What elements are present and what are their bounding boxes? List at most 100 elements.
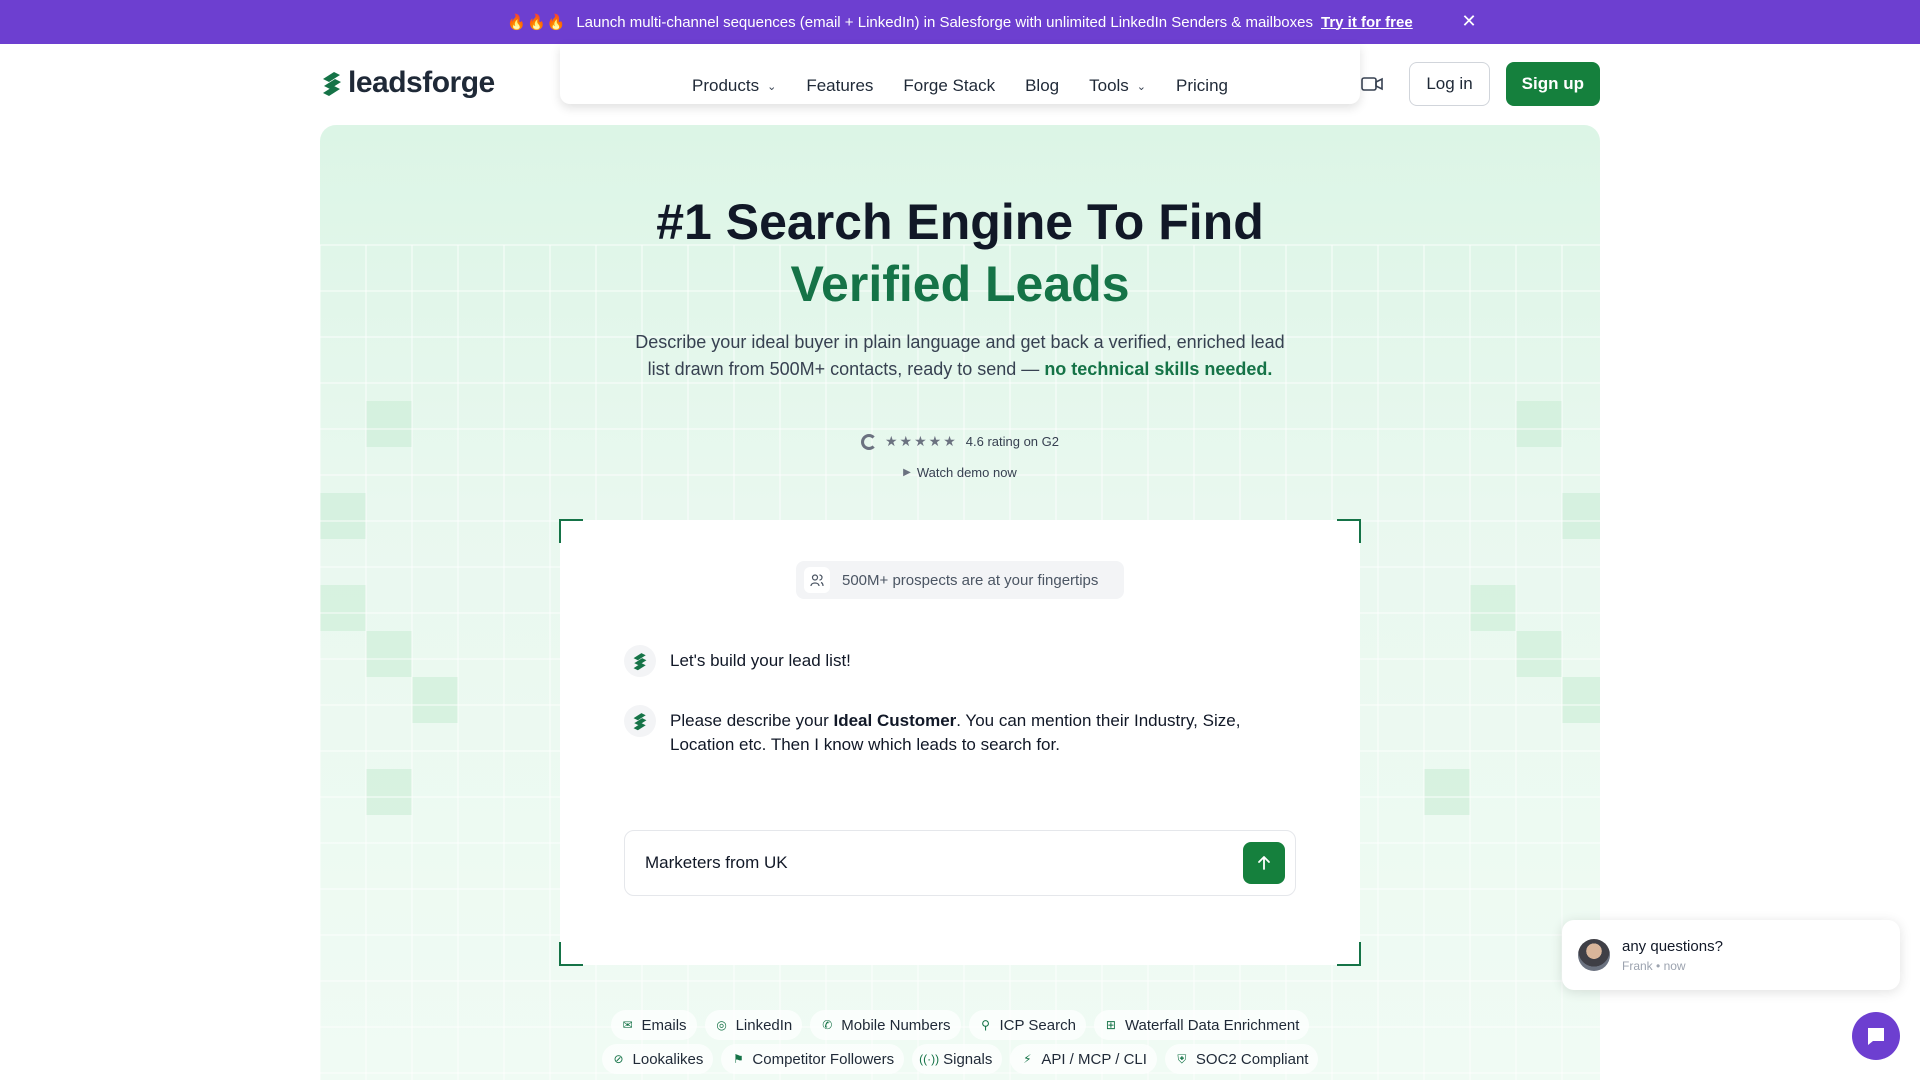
nav-tools[interactable]: Tools ⌄ [1089,76,1146,96]
g2-icon [861,433,877,450]
close-icon[interactable]: ✕ [1458,10,1480,32]
prospects-pill: 500M+ prospects are at your fingertips [796,561,1124,599]
play-icon: ▶ [903,467,911,478]
api-icon: ⚡ [1023,1052,1032,1066]
feature-label: API / MCP / CLI [1041,1050,1147,1068]
hero-title-line1: #1 Search Engine To Find [656,194,1264,250]
feature-label: Waterfall Data Enrichment [1124,1016,1300,1034]
nav-tools-label: Tools [1089,76,1129,95]
feature-label: Emails [641,1016,687,1034]
login-button[interactable]: Log in [1409,62,1490,106]
feature-api: ⚡ API / MCP / CLI [1010,1044,1157,1074]
avatar [1578,939,1610,971]
chat-launcher-button[interactable] [1852,1012,1900,1060]
nav-features[interactable]: Features [806,76,873,96]
feature-competitor-followers: ⚑ Competitor Followers [721,1044,905,1074]
linkedin-icon: ◎ [716,1018,727,1032]
signup-button[interactable]: Sign up [1505,62,1600,106]
feature-label: Mobile Numbers [841,1016,951,1034]
feature-icp-search: ⚲ ICP Search [968,1010,1086,1040]
feature-label: Competitor Followers [752,1050,895,1068]
main-nav: Products ⌄ Features Forge Stack Blog Too… [560,44,1360,104]
link-icon: ⊘ [613,1052,624,1066]
chat-message-text: Please describe your Ideal Customer. You… [670,705,1264,757]
nav-pricing[interactable]: Pricing [1176,76,1228,96]
nav-products[interactable]: Products ⌄ [692,76,776,96]
chat-message-text: Let's build your lead list! [670,651,851,670]
feature-mobile-numbers: ✆ Mobile Numbers [810,1010,961,1040]
nav-blog[interactable]: Blog [1025,76,1059,96]
header-actions: Log in Sign up [1361,62,1600,106]
flag-icon: ⚑ [733,1052,744,1066]
feature-waterfall: ⊞ Waterfall Data Enrichment [1093,1010,1310,1040]
banner-cta-link[interactable]: Try it for free [1321,14,1413,31]
users-icon [804,567,830,593]
feature-label: LinkedIn [735,1016,793,1034]
watch-demo-link[interactable]: ▶ Watch demo now [320,465,1600,480]
leadsforge-logo-icon [323,72,341,96]
banner-text: Launch multi-channel sequences (email + … [576,13,1313,31]
nav-features-label: Features [806,76,874,95]
msg2-bold: Ideal Customer [833,711,957,730]
shield-icon: ⛨ [1177,1051,1187,1066]
feature-label: Lookalikes [632,1050,704,1068]
chat-popup[interactable]: any questions? Frank • now [1562,920,1900,990]
feature-list: ✉ Emails ◎ LinkedIn ✆ Mobile Numbers ⚲ ICP S… [320,1010,1600,1074]
chat-popup-author: Frank [1622,958,1653,973]
fire-emoji: 🔥🔥🔥 [507,14,567,31]
video-camera-icon[interactable] [1361,76,1384,92]
bot-avatar-icon [624,645,656,677]
logo[interactable]: leadsforge [320,66,495,100]
announcement-banner: 🔥🔥🔥 Launch multi-channel sequences (emai… [0,0,1920,44]
signal-icon: ((·)) [919,1052,940,1066]
phone-icon: ✆ [822,1018,833,1032]
chevron-down-icon: ⌄ [767,80,777,93]
chat-popup-content: any questions? Frank • now [1622,938,1723,973]
feature-label: ICP Search [999,1016,1076,1034]
user-search-icon: ⚲ [981,1018,990,1032]
lead-chat-card: 500M+ prospects are at your fingertips L… [559,519,1361,966]
chat-message: Please describe your Ideal Customer. You… [624,705,1264,757]
corner-accent [559,519,583,543]
hero-subtitle: Describe your ideal buyer in plain langu… [630,329,1290,383]
corner-accent [1337,942,1361,966]
nav-forge-stack-label: Forge Stack [903,76,996,95]
site-header: leadsforge Products ⌄ Features Forge Sta… [0,44,1920,124]
feature-label: Signals [943,1050,993,1068]
corner-accent [1337,519,1361,543]
hero-subtitle-bold: no technical skills needed. [1044,359,1273,379]
g2-rating: ★★★★★ 4.6 rating on G2 [320,433,1600,450]
chat-popup-question: any questions? [1622,937,1723,955]
nav-blog-label: Blog [1025,76,1060,95]
send-button[interactable] [1243,842,1285,884]
mail-icon: ✉ [622,1018,633,1032]
feature-row: ⊘ Lookalikes ⚑ Competitor Followers ((·)) S… [601,1044,1319,1074]
lead-search-input-value: Marketers from UK [645,853,788,872]
prospects-pill-text: 500M+ prospects are at your fingertips [842,571,1099,589]
waterfall-icon: ⊞ [1105,1018,1116,1032]
feature-emails: ✉ Emails [610,1010,697,1040]
feature-soc2: ⛨ SOC2 Compliant [1164,1044,1319,1074]
rating-text: 4.6 rating on G2 [965,434,1059,449]
watch-demo-label: Watch demo now [916,465,1017,480]
feature-lookalikes: ⊘ Lookalikes [601,1044,714,1074]
chat-popup-meta: Frank • now [1622,958,1686,973]
nav-forge-stack[interactable]: Forge Stack [903,76,995,96]
arrow-up-icon [1258,856,1270,870]
feature-linkedin: ◎ LinkedIn [704,1010,803,1040]
feature-signals: ((·)) Signals [912,1044,1003,1074]
logo-text: leadsforge [348,66,495,99]
corner-accent [559,942,583,966]
feature-label: SOC2 Compliant [1195,1050,1309,1068]
star-rating-icon: ★★★★★ [885,433,958,449]
chevron-down-icon: ⌄ [1136,80,1147,93]
msg2-pre: Please describe your [670,711,834,730]
lead-search-input[interactable]: Marketers from UK [624,830,1296,896]
nav-pricing-label: Pricing [1176,76,1228,95]
chat-message: Let's build your lead list! [624,645,851,677]
chat-popup-time: now [1663,958,1686,973]
chat-bubble-icon [1868,1028,1884,1045]
feature-row: ✉ Emails ◎ LinkedIn ✆ Mobile Numbers ⚲ ICP S… [610,1010,1310,1040]
nav-products-label: Products [692,76,760,95]
hero-section: #1 Search Engine To Find Verified Leads … [320,125,1600,1080]
